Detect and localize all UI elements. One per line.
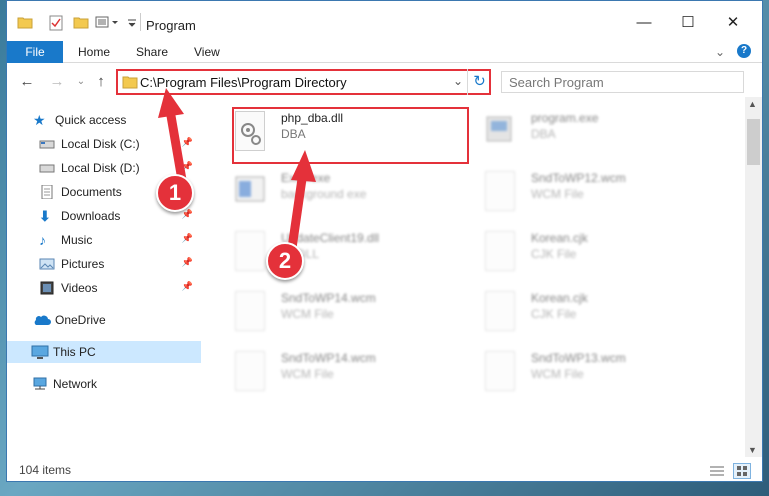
step-2-callout: 2: [266, 242, 304, 280]
annotation-arrows: [158, 88, 316, 249]
step-1-callout: 1: [156, 174, 194, 212]
